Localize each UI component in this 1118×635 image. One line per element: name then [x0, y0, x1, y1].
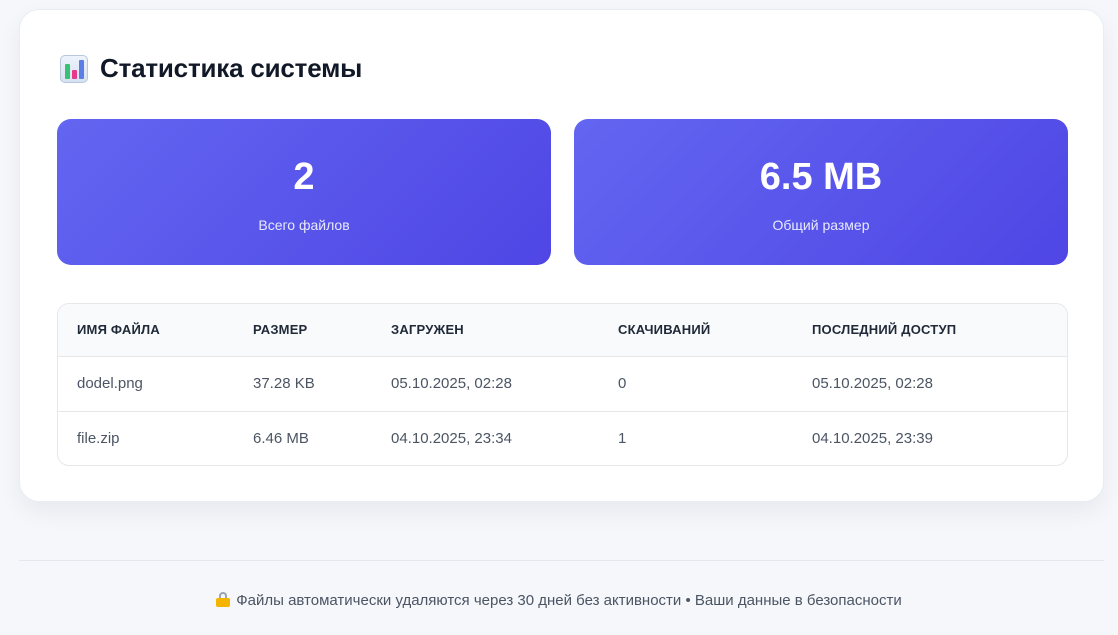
- statistics-card: Статистика системы 2 Всего файлов 6.5 MB…: [19, 9, 1104, 502]
- table-header-row: ИМЯ ФАЙЛА РАЗМЕР ЗАГРУЖЕН СКАЧИВАНИЙ ПОС…: [58, 304, 1067, 357]
- cell-file-name: dodel.png: [58, 356, 234, 412]
- cell-last-access: 04.10.2025, 23:39: [812, 430, 933, 448]
- total-files-label: Всего файлов: [258, 217, 350, 233]
- total-files-stat: 2 Всего файлов: [57, 119, 551, 265]
- cell-downloads: 0: [599, 356, 793, 412]
- files-table: ИМЯ ФАЙЛА РАЗМЕР ЗАГРУЖЕН СКАЧИВАНИЙ ПОС…: [57, 303, 1068, 466]
- column-header-last-access: ПОСЛЕДНИЙ ДОСТУП: [793, 304, 1067, 357]
- cell-uploaded: 04.10.2025, 23:34: [391, 430, 512, 448]
- footer-text: Файлы автоматически удаляются через 30 д…: [236, 592, 902, 609]
- page-title: Статистика системы: [100, 53, 363, 83]
- total-size-value: 6.5 MB: [759, 156, 883, 198]
- column-header-size: РАЗМЕР: [234, 304, 372, 357]
- table-row: file.zip 6.46 MB 04.10.2025, 23:34 1 04.…: [58, 411, 1067, 465]
- cell-downloads: 1: [618, 430, 627, 448]
- column-header-downloads: СКАЧИВАНИЙ: [599, 304, 793, 357]
- cell-size: 37.28 KB: [234, 356, 372, 412]
- page-header: Статистика системы: [60, 53, 362, 84]
- column-header-uploaded: ЗАГРУЖЕН: [372, 304, 599, 357]
- cell-last-access: 05.10.2025, 02:28: [793, 356, 1067, 412]
- cell-size: 6.46 MB: [253, 430, 309, 448]
- column-header-file-name: ИМЯ ФАЙЛА: [58, 304, 234, 357]
- lock-icon: [216, 592, 231, 607]
- cell-file-name: file.zip: [77, 430, 120, 448]
- footer: Файлы автоматически удаляются через 30 д…: [0, 591, 1118, 611]
- footer-divider: [19, 560, 1104, 561]
- bar-chart-icon: [60, 54, 88, 83]
- table-row: dodel.png 37.28 KB 05.10.2025, 02:28 0 0…: [58, 356, 1067, 412]
- total-size-stat: 6.5 MB Общий размер: [574, 119, 1068, 265]
- total-size-label: Общий размер: [772, 217, 870, 233]
- total-files-value: 2: [293, 156, 315, 198]
- cell-uploaded: 05.10.2025, 02:28: [372, 356, 599, 412]
